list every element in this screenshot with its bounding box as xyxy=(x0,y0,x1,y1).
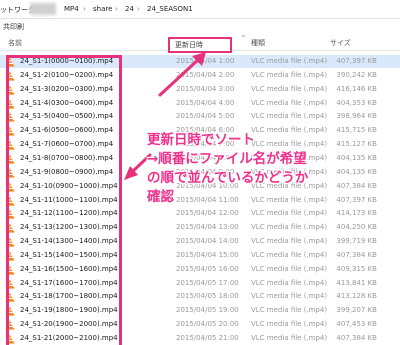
file-date: 2015/04/05 20:00 xyxy=(176,320,239,329)
file-type: VLC media file (.mp4) xyxy=(251,84,328,93)
annotation-line: 更新日時でソート xyxy=(147,132,255,148)
breadcrumb-separator: › xyxy=(83,5,86,13)
file-type: VLC media file (.mp4) xyxy=(251,250,328,259)
file-size: 414,173 KB xyxy=(336,209,377,218)
file-size: 407,397 KB xyxy=(336,57,377,65)
file-size: 407,384 KB xyxy=(336,250,377,259)
file-type: VLC media file (.mp4) xyxy=(251,292,328,301)
file-size: 404,250 KB xyxy=(336,223,377,232)
breadcrumb-separator: › xyxy=(137,5,140,13)
file-size: 407,384 KB xyxy=(336,334,377,342)
breadcrumb-separator: › xyxy=(115,5,118,13)
file-type: VLC media file (.mp4) xyxy=(251,112,328,121)
file-type: VLC media file (.mp4) xyxy=(251,57,328,65)
file-size: 413,128 KB xyxy=(336,292,377,301)
file-date: 2015/04/04 13:00 xyxy=(176,223,239,232)
column-size-header[interactable]: サイズ xyxy=(330,38,351,48)
file-date: 2015/04/05 18:00 xyxy=(176,292,239,301)
file-type: VLC media file (.mp4) xyxy=(251,209,328,218)
column-type-header[interactable]: 種類 xyxy=(251,38,265,48)
annotation-line: 確認 xyxy=(147,189,174,205)
file-size: 409,315 KB xyxy=(336,264,377,273)
file-size: 416,146 KB xyxy=(336,84,377,93)
file-type: VLC media file (.mp4) xyxy=(251,278,328,287)
annotation-text: 更新日時でソート →順番にファイル名が希望 の順で並んでいるかどうか 確認 xyxy=(147,131,399,207)
file-date: 2015/04/04 3:00 xyxy=(176,84,235,93)
file-size: 399,207 KB xyxy=(336,306,377,315)
highlight-box xyxy=(6,55,122,345)
file-date: 2015/04/04 4:00 xyxy=(176,98,235,107)
file-size: 398,964 KB xyxy=(336,112,377,121)
file-type: VLC media file (.mp4) xyxy=(251,98,328,107)
print-label[interactable]: 共印刷 xyxy=(3,22,24,32)
annotation-line: →順番にファイル名が希望 xyxy=(147,151,307,167)
breadcrumb: ットワーク › MP4 › share › 24 › 24_SEASON1 xyxy=(0,0,400,19)
file-date: 2015/04/05 21:00 xyxy=(176,334,239,342)
file-date: 2015/04/05 19:00 xyxy=(176,306,239,315)
file-date: 2015/04/04 15:00 xyxy=(176,250,239,259)
file-size: 404,353 KB xyxy=(336,98,377,107)
file-type: VLC media file (.mp4) xyxy=(251,320,328,329)
breadcrumb-24[interactable]: 24 xyxy=(125,5,134,13)
file-type: VLC media file (.mp4) xyxy=(251,334,328,342)
annotation-line: の順で並んでいるかどうか xyxy=(147,170,309,186)
file-size: 407,453 KB xyxy=(336,320,377,329)
breadcrumb-season1[interactable]: 24_SEASON1 xyxy=(147,5,193,13)
column-name-header[interactable]: 名前 xyxy=(8,38,22,48)
file-date: 2015/04/04 12:00 xyxy=(176,209,239,218)
file-size: 413,841 KB xyxy=(336,278,377,287)
file-size: 390,242 KB xyxy=(336,70,377,79)
file-date: 2015/04/04 1:00 xyxy=(176,57,235,65)
file-type: VLC media file (.mp4) xyxy=(251,223,328,232)
file-date: 2015/04/05 16:00 xyxy=(176,264,239,273)
file-date: 2015/04/04 14:00 xyxy=(176,237,239,246)
file-type: VLC media file (.mp4) xyxy=(251,306,328,315)
breadcrumb-mp4[interactable]: MP4 xyxy=(64,5,79,13)
breadcrumb-share[interactable]: share xyxy=(93,5,112,13)
file-type: VLC media file (.mp4) xyxy=(251,237,328,246)
file-type: VLC media file (.mp4) xyxy=(251,70,328,79)
chevron-up-icon: ⌃ xyxy=(240,34,247,43)
column-date-label: 更新日時 xyxy=(175,41,203,49)
file-date: 2015/04/04 5:00 xyxy=(176,112,235,121)
column-date-header[interactable]: 更新日時 xyxy=(168,37,232,53)
file-date: 2015/04/04 2:00 xyxy=(176,70,235,79)
file-size: 399,719 KB xyxy=(336,237,377,246)
file-date: 2015/04/05 17:00 xyxy=(176,278,239,287)
redacted-segment xyxy=(30,3,56,15)
file-type: VLC media file (.mp4) xyxy=(251,264,328,273)
toolbar: 共印刷 xyxy=(0,19,400,33)
